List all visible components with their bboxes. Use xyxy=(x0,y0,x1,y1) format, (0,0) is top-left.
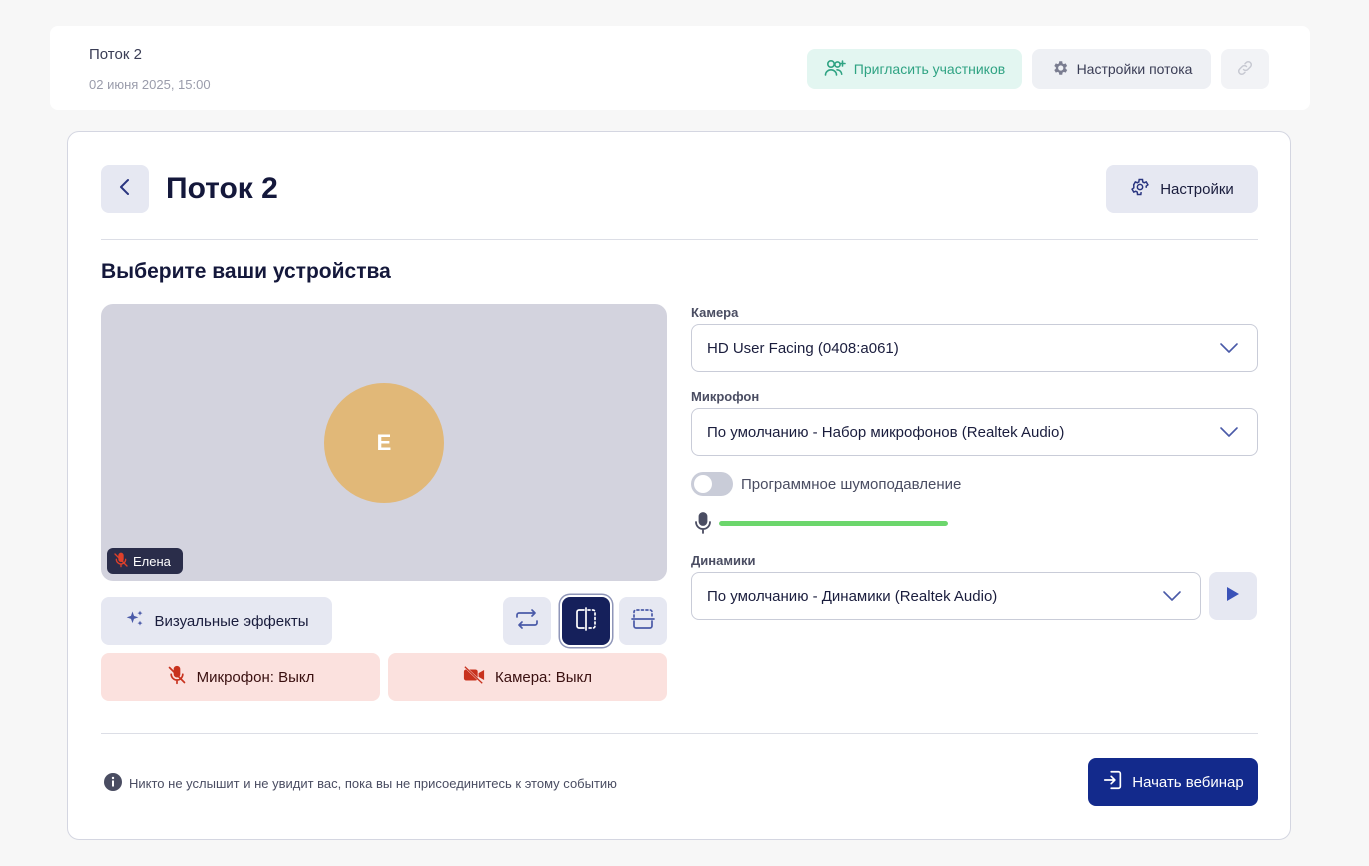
participant-name-tag: Елена xyxy=(107,548,183,574)
top-bar: Поток 2 02 июня 2025, 15:00 Пригласить у… xyxy=(50,26,1310,110)
noise-suppression-label: Программное шумоподавление xyxy=(741,476,962,493)
link-icon xyxy=(1236,59,1254,80)
speakers-select[interactable]: По умолчанию - Динамики (Realtek Audio) xyxy=(691,572,1201,620)
chevron-down-icon xyxy=(1219,341,1239,358)
microphone-label: Микрофон xyxy=(691,389,760,404)
stream-date: 02 июня 2025, 15:00 xyxy=(89,77,211,92)
section-title: Выберите ваши устройства xyxy=(101,260,391,283)
camera-selected-value: HD User Facing (0408:a061) xyxy=(707,339,899,357)
microphone-selected-value: По умолчанию - Набор микрофонов (Realtek… xyxy=(707,423,1065,441)
visual-effects-button[interactable]: Визуальные эффекты xyxy=(101,597,332,645)
speakers-label: Динамики xyxy=(691,553,756,568)
play-icon xyxy=(1226,586,1240,607)
mirror-view-button[interactable] xyxy=(562,597,610,645)
settings-label: Настройки xyxy=(1160,180,1234,198)
sparkles-icon xyxy=(125,609,145,633)
participant-name: Елена xyxy=(133,553,171,569)
avatar: Е xyxy=(324,383,444,503)
back-button[interactable] xyxy=(101,165,149,213)
test-speakers-button[interactable] xyxy=(1209,572,1257,620)
microphone-level-meter xyxy=(719,521,948,526)
add-users-icon xyxy=(824,59,846,80)
gear-icon xyxy=(1051,59,1069,80)
header-divider xyxy=(101,239,1258,240)
toggle-knob xyxy=(694,475,712,493)
speakers-selected-value: По умолчанию - Динамики (Realtek Audio) xyxy=(707,587,998,605)
microphone-select[interactable]: По умолчанию - Набор микрофонов (Realtek… xyxy=(691,408,1258,456)
camera-toggle-button[interactable]: Камера: Выкл xyxy=(388,653,667,701)
enter-icon xyxy=(1102,769,1124,795)
microphone-toggle-label: Микрофон: Выкл xyxy=(196,668,315,686)
gear-icon xyxy=(1130,177,1150,201)
switch-camera-button[interactable] xyxy=(503,597,551,645)
swap-icon xyxy=(514,608,540,635)
noise-suppression-toggle[interactable] xyxy=(691,472,733,496)
copy-link-button[interactable] xyxy=(1221,49,1269,89)
settings-button[interactable]: Настройки xyxy=(1106,165,1258,213)
privacy-notice-text: Никто не услышит и не увидит вас, пока в… xyxy=(129,776,617,791)
microphone-icon xyxy=(694,512,712,539)
invite-participants-label: Пригласить участников xyxy=(853,61,1006,77)
camera-select[interactable]: HD User Facing (0408:a061) xyxy=(691,324,1258,372)
chevron-down-icon xyxy=(1219,425,1239,442)
chevron-down-icon xyxy=(1162,589,1182,606)
privacy-notice: Никто не услышит и не увидит вас, пока в… xyxy=(103,772,617,795)
mic-off-icon xyxy=(167,665,187,689)
stream-title: Поток 2 xyxy=(89,46,142,63)
flip-view-button[interactable] xyxy=(619,597,667,645)
stream-settings-label: Настройки потока xyxy=(1076,61,1193,77)
visual-effects-label: Визуальные эффекты xyxy=(154,612,309,630)
info-icon xyxy=(103,772,123,795)
invite-participants-button[interactable]: Пригласить участников xyxy=(807,49,1022,89)
video-preview: Е Елена xyxy=(101,304,667,581)
split-vertical-icon xyxy=(573,606,599,637)
camera-off-icon xyxy=(463,665,485,689)
start-webinar-label: Начать вебинар xyxy=(1132,773,1244,791)
start-webinar-button[interactable]: Начать вебинар xyxy=(1088,758,1258,806)
footer-divider xyxy=(101,733,1258,734)
chevron-left-icon xyxy=(118,177,132,202)
mic-off-icon xyxy=(113,552,129,571)
device-setup-card: Поток 2 Настройки Выберите ваши устройст… xyxy=(67,131,1291,840)
split-horizontal-icon xyxy=(630,606,656,637)
camera-toggle-label: Камера: Выкл xyxy=(494,668,593,686)
stream-settings-button[interactable]: Настройки потока xyxy=(1032,49,1211,89)
microphone-toggle-button[interactable]: Микрофон: Выкл xyxy=(101,653,380,701)
page-title: Поток 2 xyxy=(166,172,278,205)
microphone-level-fill xyxy=(719,521,948,526)
camera-label: Камера xyxy=(691,305,739,320)
